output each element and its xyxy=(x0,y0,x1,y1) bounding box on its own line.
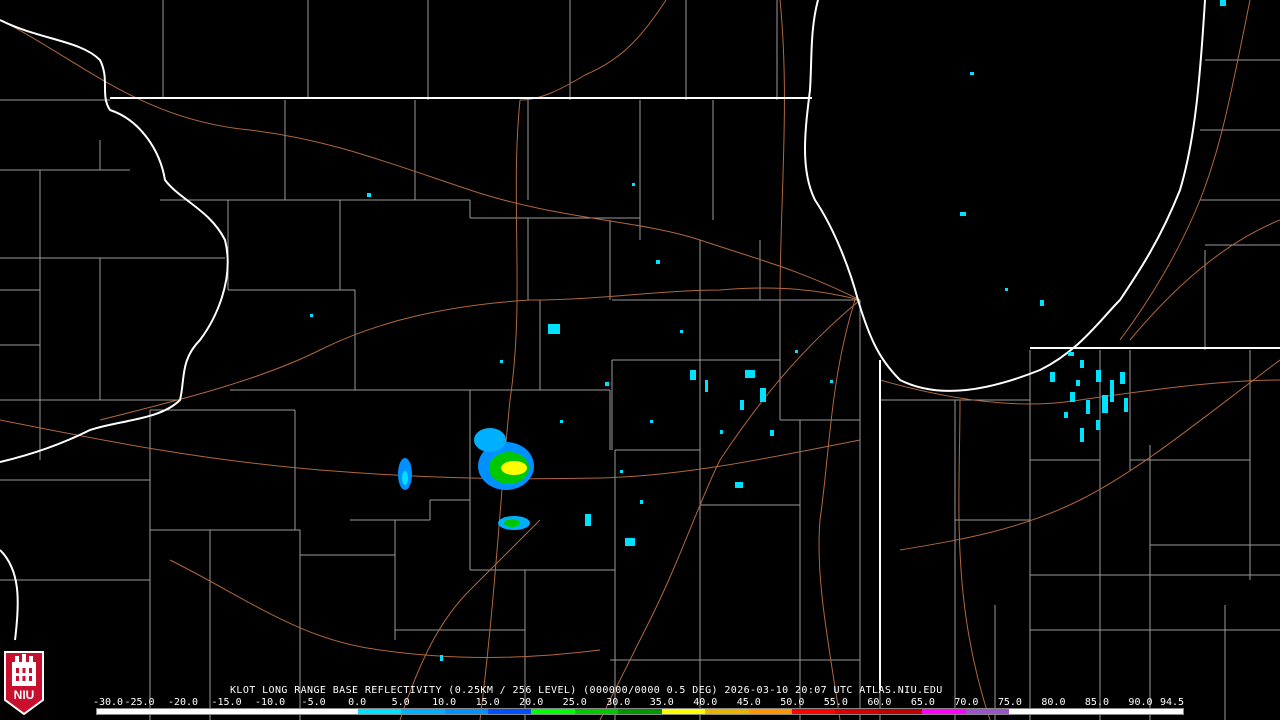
legend-label: 65.0 xyxy=(910,697,935,708)
legend-label: 85.0 xyxy=(1084,697,1109,708)
legend-label: 30.0 xyxy=(606,697,631,708)
legend-color-swatch xyxy=(922,709,966,714)
radar-map xyxy=(0,0,1280,720)
legend-label: -30.0 xyxy=(92,697,124,708)
legend-label: 45.0 xyxy=(736,697,761,708)
legend-label: 20.0 xyxy=(519,697,544,708)
legend-label: 40.0 xyxy=(693,697,718,708)
legend-color-swatch xyxy=(97,709,141,714)
legend-color-swatch xyxy=(574,709,619,714)
niu-tower-logo-icon: NIU xyxy=(4,651,44,716)
legend-color-swatch xyxy=(314,709,358,714)
legend-color-swatch xyxy=(183,709,228,714)
legend-color-swatch xyxy=(357,709,402,714)
legend-label: 75.0 xyxy=(997,697,1022,708)
legend-label: 0.0 xyxy=(348,697,367,708)
legend-label: 5.0 xyxy=(391,697,410,708)
legend-label: 94.5 xyxy=(1159,697,1185,708)
legend-label: -15.0 xyxy=(211,697,242,708)
legend-color-swatch xyxy=(487,709,532,714)
legend-color-swatch xyxy=(705,709,749,714)
legend-label: 15.0 xyxy=(475,697,500,708)
legend-label: -10.0 xyxy=(255,697,286,708)
legend-color-swatch xyxy=(1139,709,1183,714)
logo-text: NIU xyxy=(14,688,35,702)
legend-label: 55.0 xyxy=(823,697,848,708)
legend-label: 25.0 xyxy=(562,697,587,708)
legend-color-swatch xyxy=(531,709,575,714)
legend-color-swatch xyxy=(140,709,184,714)
legend-color-swatch xyxy=(1009,709,1053,714)
legend-label: 80.0 xyxy=(1041,697,1066,708)
legend-color-swatch xyxy=(835,709,879,714)
legend-label: -5.0 xyxy=(301,697,326,708)
legend-label: 50.0 xyxy=(780,697,805,708)
legend-label: 10.0 xyxy=(432,697,457,708)
legend-label: 60.0 xyxy=(867,697,892,708)
legend-label: 35.0 xyxy=(649,697,674,708)
legend-label: -20.0 xyxy=(167,697,199,708)
legend-color-swatch xyxy=(878,709,923,714)
legend-color-swatch xyxy=(401,709,445,714)
legend-color-swatch xyxy=(444,709,488,714)
legend-color-swatch xyxy=(965,709,1010,714)
legend-labels: -30.0 -25.0 -20.0 -15.0 -10.0 -5.0 0.0 5.0 10.0 1… xyxy=(92,697,1186,708)
product-caption: KLOT LONG RANGE BASE REFLECTIVITY (0.25K… xyxy=(230,685,943,696)
legend-label: 90.0 xyxy=(1128,697,1153,708)
legend-color-swatch xyxy=(748,709,792,714)
legend-label: 70.0 xyxy=(954,697,979,708)
legend-color-swatch xyxy=(227,709,271,714)
legend-color-swatch xyxy=(1052,709,1097,714)
legend-label: -25.0 xyxy=(124,697,155,708)
legend-color-swatch xyxy=(792,709,836,714)
legend-color-swatch xyxy=(1096,709,1140,714)
legend-color-swatch xyxy=(618,709,662,714)
legend-color-swatch xyxy=(661,709,706,714)
legend-color-bar xyxy=(96,708,1184,715)
niu-logo: NIU xyxy=(3,648,45,716)
legend-color-swatch xyxy=(270,709,315,714)
